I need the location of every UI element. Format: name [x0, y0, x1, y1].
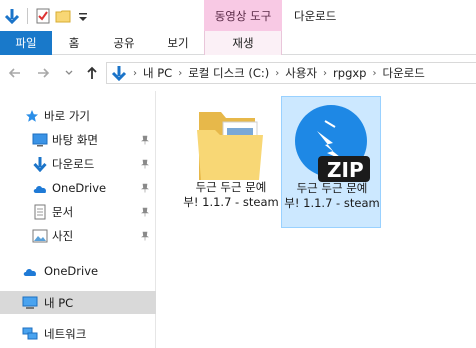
- chevron-right-icon[interactable]: ›: [275, 68, 279, 79]
- chevron-down-icon: [65, 70, 73, 75]
- up-button[interactable]: [83, 64, 101, 82]
- customize-toolbar-icon[interactable]: [75, 8, 91, 24]
- crumb-rpgxp[interactable]: rpgxp: [333, 66, 366, 80]
- chevron-right-icon[interactable]: ›: [372, 68, 376, 79]
- crumb-local-disk[interactable]: 로컬 디스크 (C:): [188, 65, 269, 81]
- file-name: 두근 두근 문예 부! 1.1.7 - steam: [181, 180, 281, 210]
- pin-icon[interactable]: [140, 183, 150, 193]
- forward-arrow-icon: [38, 68, 50, 78]
- file-list: 두근 두근 문예 부! 1.1.7 - steam ZIP 두근 두근 문예 부…: [157, 91, 476, 348]
- picture-icon: [32, 228, 48, 244]
- crumb-downloads[interactable]: 다운로드: [382, 65, 424, 81]
- zip-badge-text: ZIP: [327, 158, 364, 182]
- cloud-icon: [22, 263, 38, 279]
- sidebar-item-this-pc[interactable]: 내 PC: [0, 291, 156, 314]
- navigation-pane: 바로 가기 바탕 화면 다운로드 OneDrive 문서 사진 OneDrive…: [0, 91, 156, 348]
- zip-archive-icon: ZIP: [289, 103, 375, 187]
- sidebar-item-network[interactable]: 네트워크: [0, 322, 156, 345]
- sidebar-item-label: OneDrive: [52, 180, 107, 195]
- file-name-line: 두근 두근 문예: [296, 181, 368, 195]
- tab-play[interactable]: 재생: [204, 31, 282, 55]
- up-arrow-icon: [87, 66, 97, 79]
- crumb-users[interactable]: 사용자: [285, 65, 317, 81]
- sidebar-item-documents[interactable]: 문서: [0, 200, 156, 223]
- file-name: 두근 두근 문예 부! 1.1.7 - steam: [282, 181, 382, 211]
- sidebar-item-downloads[interactable]: 다운로드: [0, 152, 156, 175]
- toolbar-separator: [27, 8, 28, 24]
- sidebar-item-desktop[interactable]: 바탕 화면: [0, 128, 156, 151]
- new-folder-icon[interactable]: [55, 8, 71, 24]
- sidebar-item-label: 네트워크: [44, 326, 87, 341]
- file-name-line: 두근 두근 문예: [195, 180, 267, 194]
- tab-view[interactable]: 보기: [152, 31, 204, 55]
- ribbon-tabs: 파일 홈 공유 보기 재생: [0, 31, 476, 55]
- crumb-this-pc[interactable]: 내 PC: [143, 65, 172, 81]
- sidebar-item-onedrive[interactable]: OneDrive: [0, 259, 156, 282]
- sidebar-item-label: 다운로드: [52, 156, 95, 171]
- file-name-line: 부! 1.1.7 - steam: [183, 195, 279, 209]
- sidebar-item-onedrive-quick[interactable]: OneDrive: [0, 176, 156, 199]
- file-item-zip[interactable]: ZIP 두근 두근 문예 부! 1.1.7 - steam: [281, 96, 381, 228]
- pin-icon[interactable]: [140, 159, 150, 169]
- sidebar-item-label: OneDrive: [44, 263, 99, 278]
- quick-access-toolbar: [4, 5, 91, 27]
- desktop-icon: [32, 132, 48, 148]
- file-name-line: 부! 1.1.7 - steam: [284, 196, 380, 210]
- network-icon: [22, 326, 38, 342]
- recent-locations-button[interactable]: [60, 64, 78, 82]
- title-bar: 동영상 도구 다운로드: [0, 0, 476, 31]
- back-button[interactable]: [6, 64, 24, 82]
- cloud-icon: [32, 180, 48, 196]
- download-arrow-icon: [32, 156, 48, 172]
- sidebar-item-label: 내 PC: [44, 295, 74, 310]
- file-item-folder[interactable]: 두근 두근 문예 부! 1.1.7 - steam: [181, 96, 281, 228]
- sidebar-item-label: 사진: [52, 228, 74, 243]
- chevron-right-icon[interactable]: ›: [133, 68, 137, 79]
- pin-icon[interactable]: [140, 135, 150, 145]
- properties-icon[interactable]: [35, 8, 51, 24]
- sidebar-item-label: 문서: [52, 204, 74, 219]
- pin-icon[interactable]: [140, 207, 150, 217]
- star-icon: [24, 108, 40, 124]
- computer-icon: [22, 295, 38, 311]
- download-arrow-icon: [111, 65, 127, 82]
- tab-share[interactable]: 공유: [98, 31, 150, 55]
- document-icon: [32, 204, 48, 220]
- back-arrow-icon: [8, 68, 20, 78]
- tab-home[interactable]: 홈: [54, 31, 94, 55]
- sidebar-item-pictures[interactable]: 사진: [0, 224, 156, 247]
- window-title: 다운로드: [294, 8, 337, 23]
- address-bar[interactable]: › 내 PC › 로컬 디스크 (C:) › 사용자 › rpgxp › 다운로…: [106, 62, 476, 84]
- context-tab-video-tools: 동영상 도구: [204, 0, 282, 31]
- forward-button[interactable]: [34, 64, 52, 82]
- sidebar-item-label: 바로 가기: [44, 108, 90, 123]
- tab-file[interactable]: 파일: [0, 31, 52, 55]
- sidebar-item-quick-access[interactable]: 바로 가기: [0, 104, 156, 127]
- chevron-right-icon[interactable]: ›: [178, 68, 182, 79]
- folder-icon: [193, 102, 269, 182]
- download-arrow-icon[interactable]: [4, 8, 20, 25]
- navigation-bar: › 내 PC › 로컬 디스크 (C:) › 사용자 › rpgxp › 다운로…: [0, 55, 476, 91]
- chevron-right-icon[interactable]: ›: [323, 68, 327, 79]
- sidebar-item-label: 바탕 화면: [52, 132, 98, 147]
- pin-icon[interactable]: [140, 231, 150, 241]
